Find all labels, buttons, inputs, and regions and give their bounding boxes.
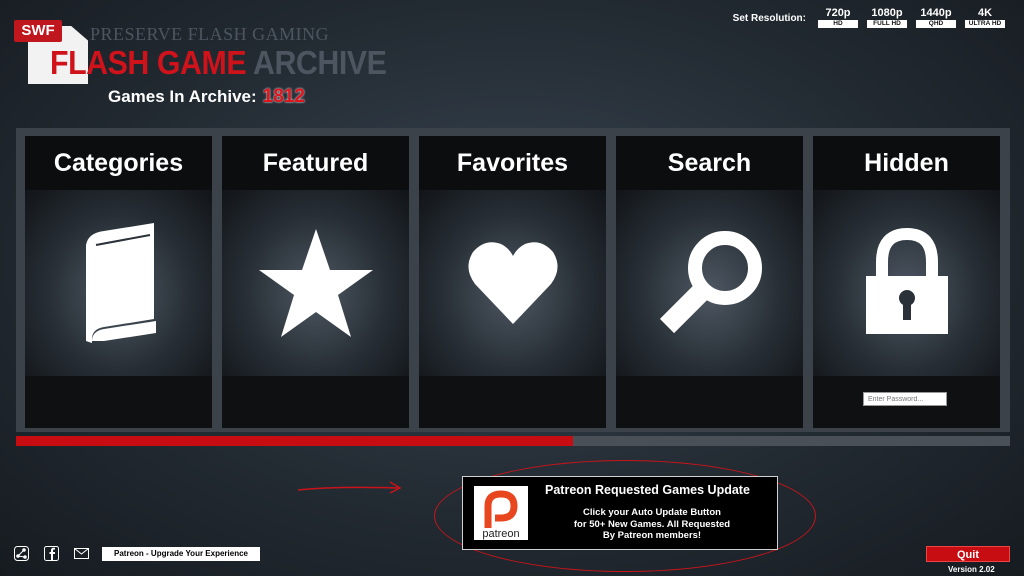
- menu-panel: Categories Featured Favorites Search Hid…: [16, 128, 1010, 432]
- resolution-1440p-button[interactable]: 1440p QHD: [915, 8, 957, 28]
- tile-favorites[interactable]: Favorites: [419, 136, 606, 428]
- tile-hidden[interactable]: Hidden: [813, 136, 1000, 428]
- quit-button[interactable]: Quit: [926, 546, 1010, 562]
- resolution-720p-button[interactable]: 720p HD: [817, 8, 859, 28]
- resolution-selector: Set Resolution: 720p HD 1080p FULL HD 14…: [733, 8, 1006, 28]
- tile-label: Featured: [222, 136, 409, 190]
- tile-label: Categories: [25, 136, 212, 190]
- patreon-update-button[interactable]: patreon Patreon Requested Games Update C…: [462, 476, 778, 550]
- patreon-title: Patreon Requested Games Update: [545, 483, 750, 497]
- social-links: [14, 546, 89, 561]
- share-icon[interactable]: [14, 546, 29, 561]
- password-input[interactable]: [863, 392, 947, 406]
- tile-label: Search: [616, 136, 803, 190]
- archive-count: Games In Archive: 1812: [108, 86, 305, 108]
- tile-categories[interactable]: Categories: [25, 136, 212, 428]
- logo-title-red: FLASH GAME: [50, 44, 247, 81]
- email-icon[interactable]: [74, 546, 89, 561]
- svg-text:patreon: patreon: [482, 528, 519, 540]
- patreon-logo: patreon: [474, 486, 528, 540]
- padlock-icon: [865, 228, 948, 334]
- tile-label: Hidden: [813, 136, 1000, 190]
- facebook-icon[interactable]: [44, 546, 59, 561]
- progress-fill: [16, 436, 573, 446]
- patreon-message: Click your Auto Update Button for 50+ Ne…: [573, 507, 731, 541]
- resolution-1080p-button[interactable]: 1080p FULL HD: [866, 8, 908, 28]
- upgrade-button[interactable]: Patreon - Upgrade Your Experience: [102, 547, 260, 561]
- magnifier-icon: [659, 231, 762, 334]
- logo-title-grey: ARCHIVE: [252, 44, 387, 81]
- app-logo: SWF PRESERVE FLASH GAMING FLASH GAME ARC…: [14, 20, 387, 84]
- logo-tagline: PRESERVE FLASH GAMING: [90, 24, 330, 44]
- tile-search[interactable]: Search: [616, 136, 803, 428]
- tile-featured[interactable]: Featured: [222, 136, 409, 428]
- annotation-arrow: [297, 481, 402, 494]
- tile-label: Favorites: [419, 136, 606, 190]
- archive-count-value: 1812: [262, 86, 305, 107]
- resolution-label: Set Resolution:: [732, 12, 806, 24]
- logo-title: FLASH GAME ARCHIVE: [50, 44, 387, 82]
- heart-icon: [467, 242, 558, 324]
- swf-badge: SWF: [14, 20, 62, 42]
- book-icon: [85, 223, 156, 343]
- version-label: Version 2.02: [948, 565, 995, 574]
- progress-bar: [16, 436, 1010, 446]
- resolution-4k-button[interactable]: 4K ULTRA HD: [964, 8, 1006, 28]
- patreon-p-icon: patreon: [482, 490, 520, 540]
- archive-count-label: Games In Archive:: [108, 87, 257, 106]
- star-icon: [258, 229, 373, 337]
